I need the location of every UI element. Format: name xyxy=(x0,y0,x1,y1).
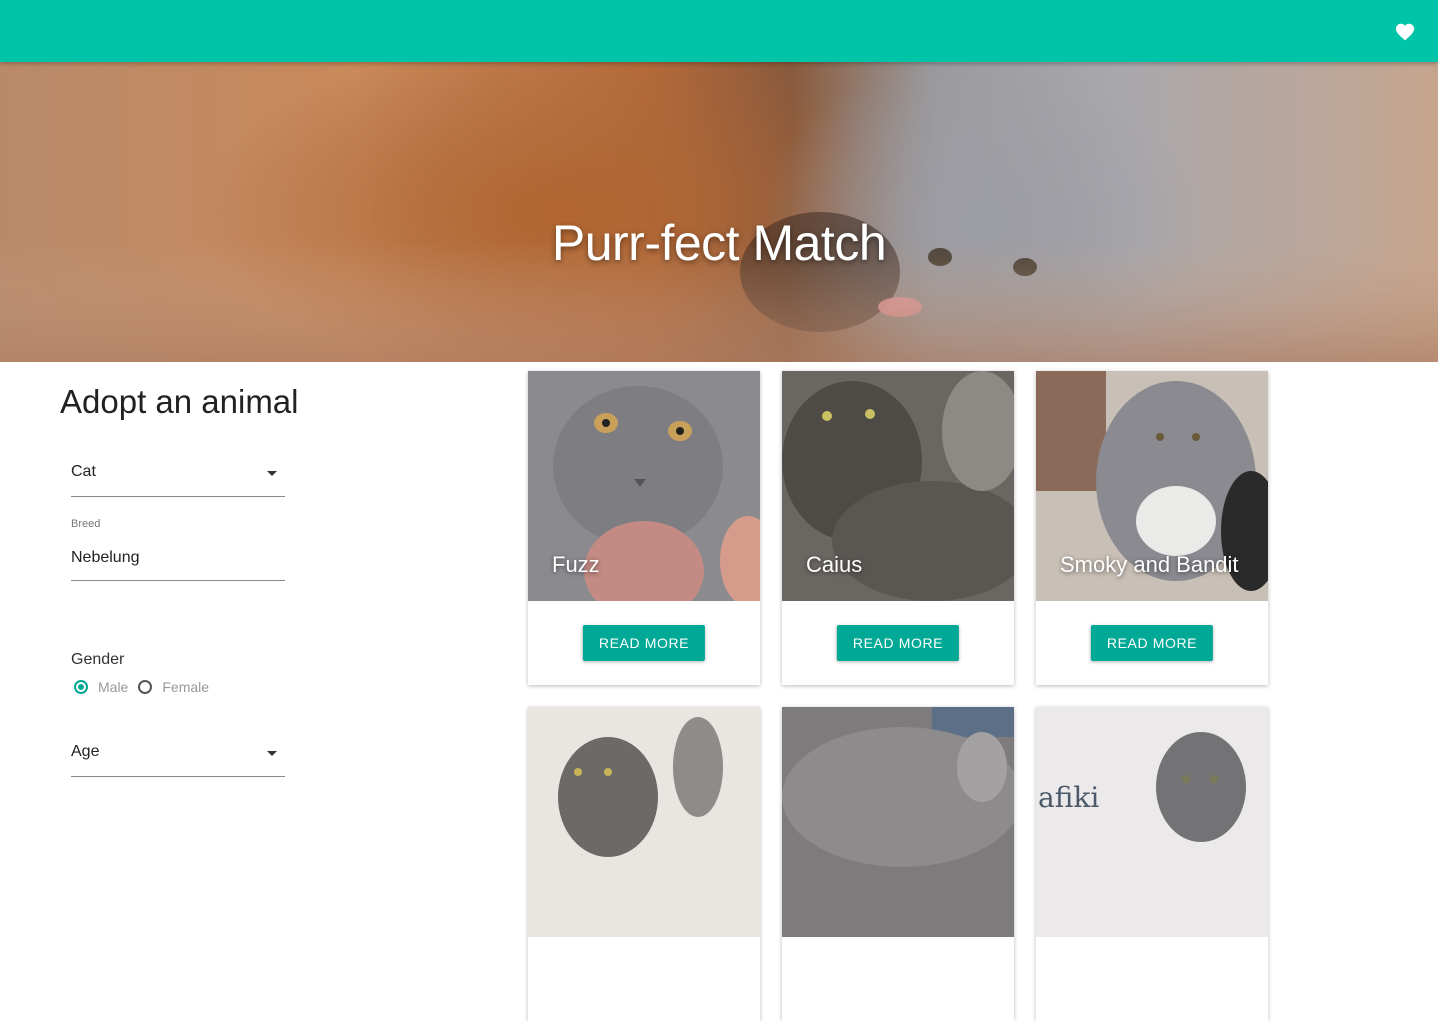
breed-value: Nebelung xyxy=(71,549,140,566)
favorites-button[interactable] xyxy=(1392,19,1418,43)
chevron-down-icon xyxy=(267,751,277,756)
age-select[interactable]: Age xyxy=(71,743,285,777)
read-more-button[interactable]: READ MORE xyxy=(836,625,960,661)
animal-card xyxy=(782,707,1014,1021)
animal-photo xyxy=(528,707,760,937)
animal-card: Caius READ MORE xyxy=(782,371,1014,685)
top-app-bar xyxy=(0,0,1438,62)
breed-label: Breed xyxy=(71,518,101,530)
animal-type-select[interactable]: Cat xyxy=(71,463,285,497)
read-more-button[interactable]: READ MORE xyxy=(1090,625,1214,661)
gender-female-label: Female xyxy=(162,679,210,695)
animal-card: Fuzz READ MORE xyxy=(528,371,760,685)
animal-card: Smoky and Bandit READ MORE xyxy=(1036,371,1268,685)
animal-card: afiki xyxy=(1036,707,1268,1021)
card-watermark-text: afiki xyxy=(1038,781,1100,814)
hero-title: Purr-fect Match xyxy=(551,214,887,271)
gender-male-radio[interactable] xyxy=(74,680,88,694)
animal-photo: afiki xyxy=(1036,707,1268,937)
breed-field[interactable]: Breed Nebelung xyxy=(71,518,285,581)
animal-name: Smoky and Bandit xyxy=(1060,552,1239,577)
gender-radio-group: Male Female xyxy=(74,679,219,695)
sidebar-title: Adopt an animal xyxy=(60,383,299,420)
gender-male-label: Male xyxy=(98,679,129,695)
animal-card xyxy=(528,707,760,1021)
heart-icon xyxy=(1395,23,1415,41)
chevron-down-icon xyxy=(267,471,277,476)
read-more-button[interactable]: READ MORE xyxy=(582,625,706,661)
hero-image xyxy=(0,62,1438,362)
age-value: Age xyxy=(71,743,100,760)
animal-type-value: Cat xyxy=(71,463,96,480)
animal-name: Caius xyxy=(806,552,863,577)
gender-label: Gender xyxy=(71,651,125,668)
hero-banner: Purr-fect Match xyxy=(0,62,1438,362)
gender-female-radio[interactable] xyxy=(138,680,153,694)
animal-photo xyxy=(782,707,1014,937)
animal-name: Fuzz xyxy=(552,552,600,577)
